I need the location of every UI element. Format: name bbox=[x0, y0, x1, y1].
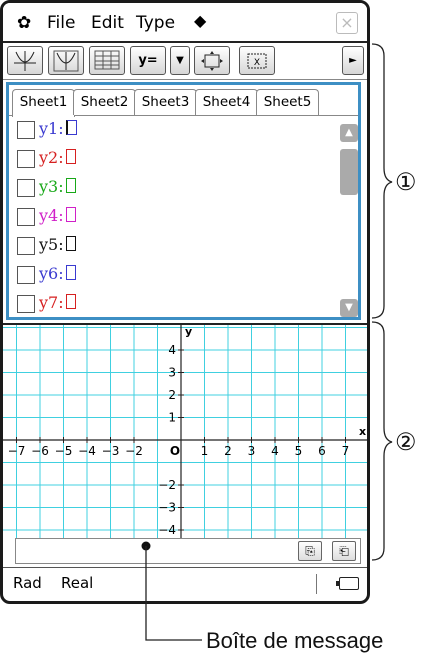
region-1-label: ① bbox=[395, 169, 417, 196]
message-box-caption: Boîte de message bbox=[206, 628, 384, 653]
annotation-lines bbox=[141, 43, 393, 641]
region-2-label: ② bbox=[395, 429, 417, 456]
